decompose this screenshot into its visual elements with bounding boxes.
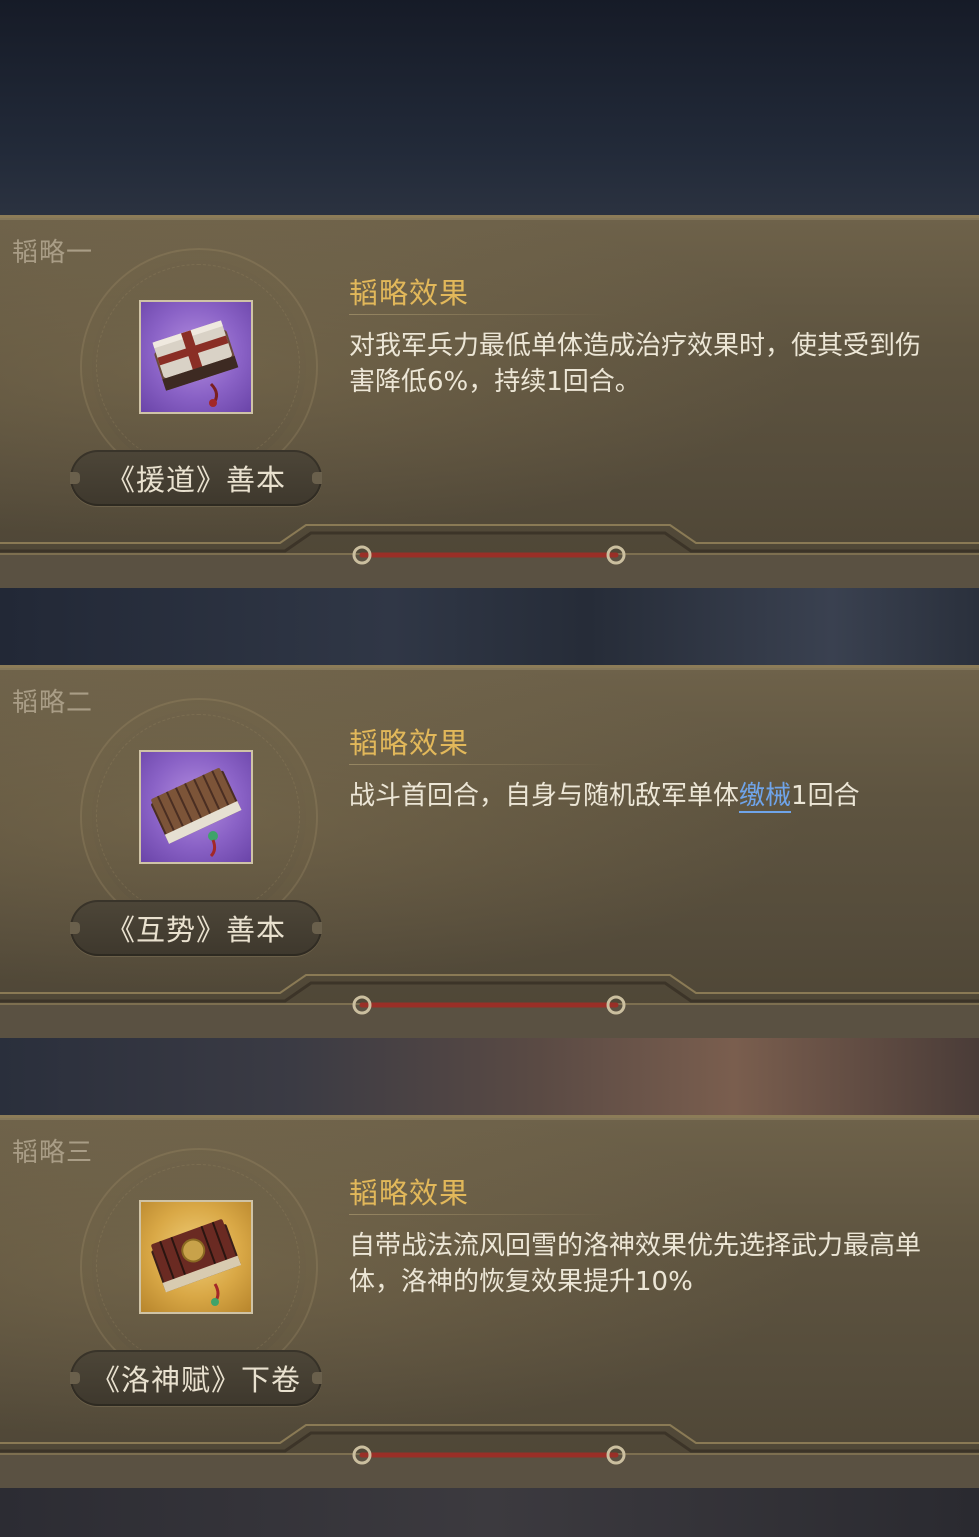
effect-title: 韬略效果 [349, 726, 470, 760]
bamboo-book-icon[interactable] [139, 750, 253, 864]
effect-text: 自带战法流风回雪的洛神效果优先选择武力最高单体，洛神的恢复效果提升10% [349, 1231, 922, 1297]
plate-cap-right [312, 472, 322, 484]
item-name-plate: 《援道》善本 [70, 450, 322, 506]
card-label: 韬略二 [12, 688, 94, 718]
card-label: 韬略一 [12, 238, 94, 268]
background-top [0, 0, 979, 215]
bundled-scrolls-icon[interactable] [139, 300, 253, 414]
strategy-card-3: 韬略三 《洛神赋》下卷 韬略效果 自带战法流风回雪的洛神效果优先选择武力最高单体… [0, 1115, 979, 1488]
divider [349, 764, 609, 765]
plate-cap-left [70, 1372, 80, 1384]
strategy-card-2: 韬略二 《互势》善本 韬略效果 战斗首回合，自身与随机敌军单体缴械1回合 [0, 665, 979, 1038]
card-label: 韬略三 [12, 1138, 94, 1168]
item-name: 《援道》善本 [105, 463, 286, 497]
effect-text: 战斗首回合，自身与随机敌军单体缴械1回合 [349, 778, 929, 814]
card-frame-bottom [0, 1423, 979, 1488]
background-gap-1 [0, 585, 979, 667]
effect-text: 对我军兵力最低单体造成治疗效果时，使其受到伤害降低6%，持续1回合。 [349, 331, 922, 397]
keyword-disarm-link[interactable]: 缴械 [739, 781, 792, 813]
card-frame-bottom [0, 973, 979, 1038]
ornate-book-icon[interactable] [139, 1200, 253, 1314]
divider [349, 314, 609, 315]
divider [349, 1214, 609, 1215]
item-name: 《互势》善本 [105, 913, 286, 947]
plate-cap-right [312, 1372, 322, 1384]
effect-text-before: 战斗首回合，自身与随机敌军单体 [349, 781, 740, 811]
item-name-plate: 《互势》善本 [70, 900, 322, 956]
effect-title: 韬略效果 [349, 1176, 470, 1210]
item-name-plate: 《洛神赋》下卷 [70, 1350, 322, 1406]
background-gap-2 [0, 1035, 979, 1117]
plate-cap-right [312, 922, 322, 934]
card-frame-bottom [0, 523, 979, 588]
plate-cap-left [70, 922, 80, 934]
item-name: 《洛神赋》下卷 [90, 1363, 301, 1397]
plate-cap-left [70, 472, 80, 484]
background-bottom [0, 1485, 979, 1537]
effect-text-after: 1回合 [791, 781, 860, 811]
strategy-card-1: 韬略一 《援道》善本 韬略效果 对我军兵力最低单体造成治疗效果时，使其受到伤害降… [0, 215, 979, 588]
effect-title: 韬略效果 [349, 276, 470, 310]
